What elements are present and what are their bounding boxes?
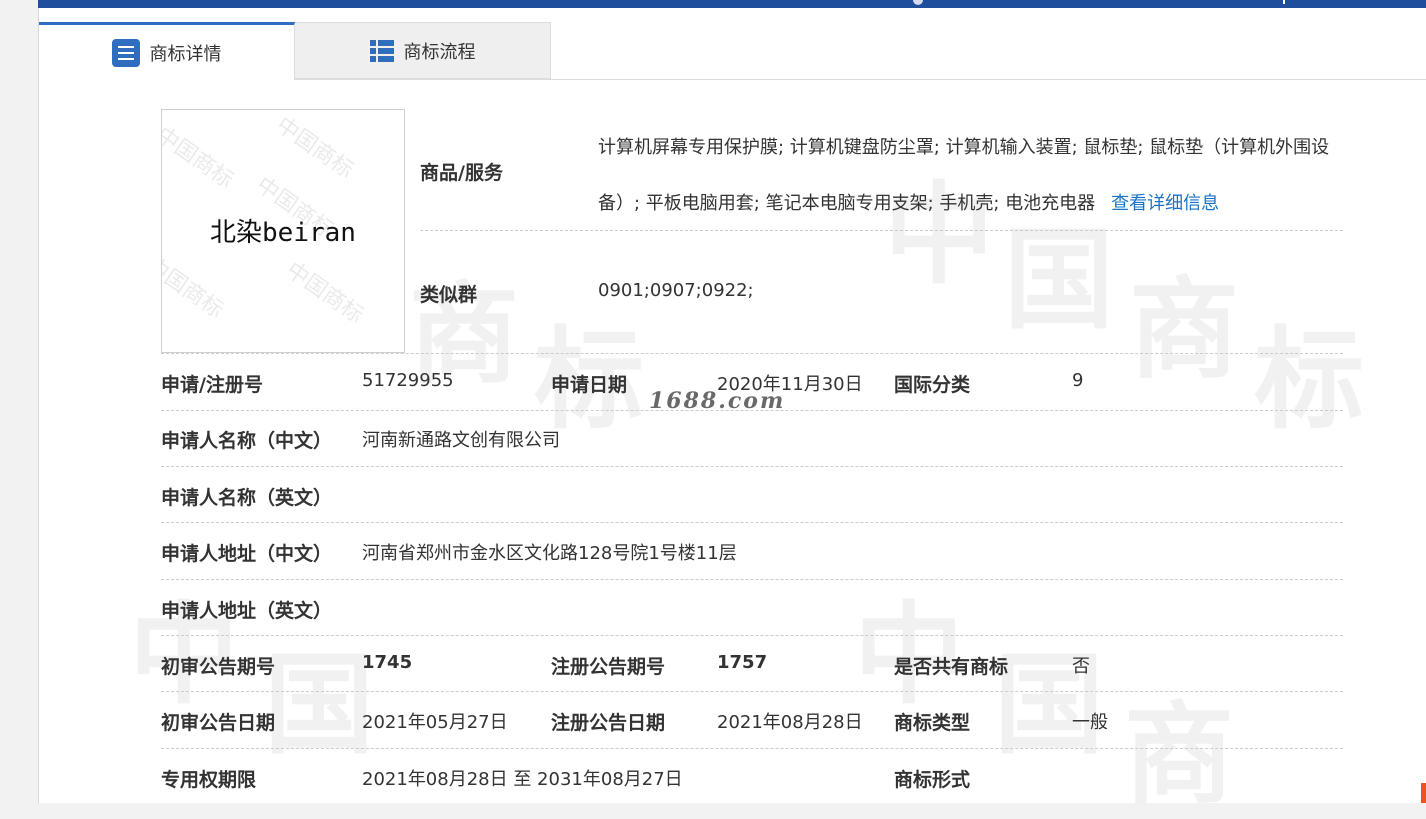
intl-class-label: 国际分类	[894, 374, 971, 396]
corner-decoration	[1421, 783, 1426, 803]
apply-date-label: 申请日期	[551, 374, 628, 396]
applicant-en-label: 申请人名称（英文）	[161, 487, 333, 509]
prelim-no-label: 初审公告期号	[161, 656, 276, 678]
divider	[161, 410, 1343, 411]
divider	[161, 579, 1343, 580]
background-watermark: 商	[1129, 266, 1239, 394]
view-details-link[interactable]: 查看详细信息	[1111, 193, 1219, 214]
divider	[161, 691, 1343, 692]
divider	[161, 748, 1343, 749]
intl-class-value: 9	[1072, 370, 1084, 391]
prelim-date-value: 2021年05月27日	[362, 712, 508, 733]
tab-bar: 商标详情 商标流程	[39, 22, 1426, 80]
divider	[161, 635, 1343, 636]
top-bar-decoration	[1283, 0, 1291, 4]
mark-form-label: 商标形式	[894, 769, 971, 791]
reg-pub-date-label: 注册公告日期	[551, 712, 666, 734]
detail-content: 中 国 商 标 商 标 中 国 中 国 商 中国商标 中国商标 中国商标 中国商…	[39, 80, 1426, 810]
address-cn-value: 河南省郑州市金水区文化路128号院1号楼11层	[362, 543, 737, 564]
divider	[161, 522, 1343, 523]
background-watermark: 标	[1254, 316, 1364, 444]
document-icon	[111, 38, 140, 67]
tab-trademark-detail[interactable]: 商标详情	[39, 22, 295, 80]
shared-value: 否	[1072, 656, 1090, 677]
trademark-image: 中国商标 中国商标 中国商标 中国商标 中国商标 北染beiran	[161, 109, 405, 353]
image-watermark: 中国商标	[161, 252, 228, 324]
similar-group-value: 0901;0907;0922;	[598, 280, 754, 301]
applicant-cn-label: 申请人名称（中文）	[161, 430, 333, 452]
divider	[420, 230, 1343, 231]
background-watermark: 国	[1004, 216, 1114, 344]
prelim-date-label: 初审公告日期	[161, 712, 276, 734]
reg-pub-date-value: 2021年08月28日	[717, 712, 863, 733]
reg-no-label: 申请/注册号	[161, 374, 263, 396]
divider	[161, 353, 1343, 354]
address-en-label: 申请人地址（英文）	[161, 600, 333, 622]
goods-label: 商品/服务	[420, 162, 503, 184]
goods-value: 计算机屏幕专用保护膜; 计算机键盘防尘罩; 计算机输入装置; 鼠标垫; 鼠标垫（…	[598, 120, 1343, 232]
address-cn-label: 申请人地址（中文）	[161, 543, 333, 565]
reg-pub-no-label: 注册公告期号	[551, 656, 666, 678]
list-icon	[369, 39, 394, 62]
term-value: 2021年08月28日 至 2031年08月27日	[362, 769, 683, 790]
top-bar-decoration	[913, 0, 923, 5]
tab-trademark-flow[interactable]: 商标流程	[295, 22, 551, 79]
mark-type-label: 商标类型	[894, 712, 971, 734]
divider	[161, 466, 1343, 467]
reg-no-value: 51729955	[362, 370, 454, 391]
detail-panel: 商标详情 商标流程 中 国 商 标 商 标 中 国 中 国 商 中国商标 中国商…	[38, 8, 1426, 810]
goods-text: 计算机屏幕专用保护膜; 计算机键盘防尘罩; 计算机输入装置; 鼠标垫; 鼠标垫（…	[598, 137, 1330, 214]
background-watermark: 国	[264, 641, 374, 769]
reg-pub-no-value: 1757	[717, 652, 768, 673]
image-watermark: 中国商标	[161, 122, 238, 194]
image-watermark: 中国商标	[271, 112, 358, 184]
prelim-no-value: 1745	[362, 652, 413, 673]
image-watermark: 中国商标	[281, 257, 368, 329]
similar-group-label: 类似群	[420, 284, 478, 306]
trademark-text: 北染beiran	[210, 218, 356, 248]
mark-type-value: 一般	[1072, 712, 1108, 733]
shared-label: 是否共有商标	[894, 656, 1009, 678]
applicant-cn-value: 河南新通路文创有限公司	[362, 430, 560, 451]
tab-label: 商标流程	[403, 41, 476, 63]
term-label: 专用权期限	[161, 769, 257, 791]
top-bar	[38, 0, 1426, 8]
tab-label: 商标详情	[149, 43, 222, 65]
background-watermark: 商	[1124, 691, 1234, 819]
